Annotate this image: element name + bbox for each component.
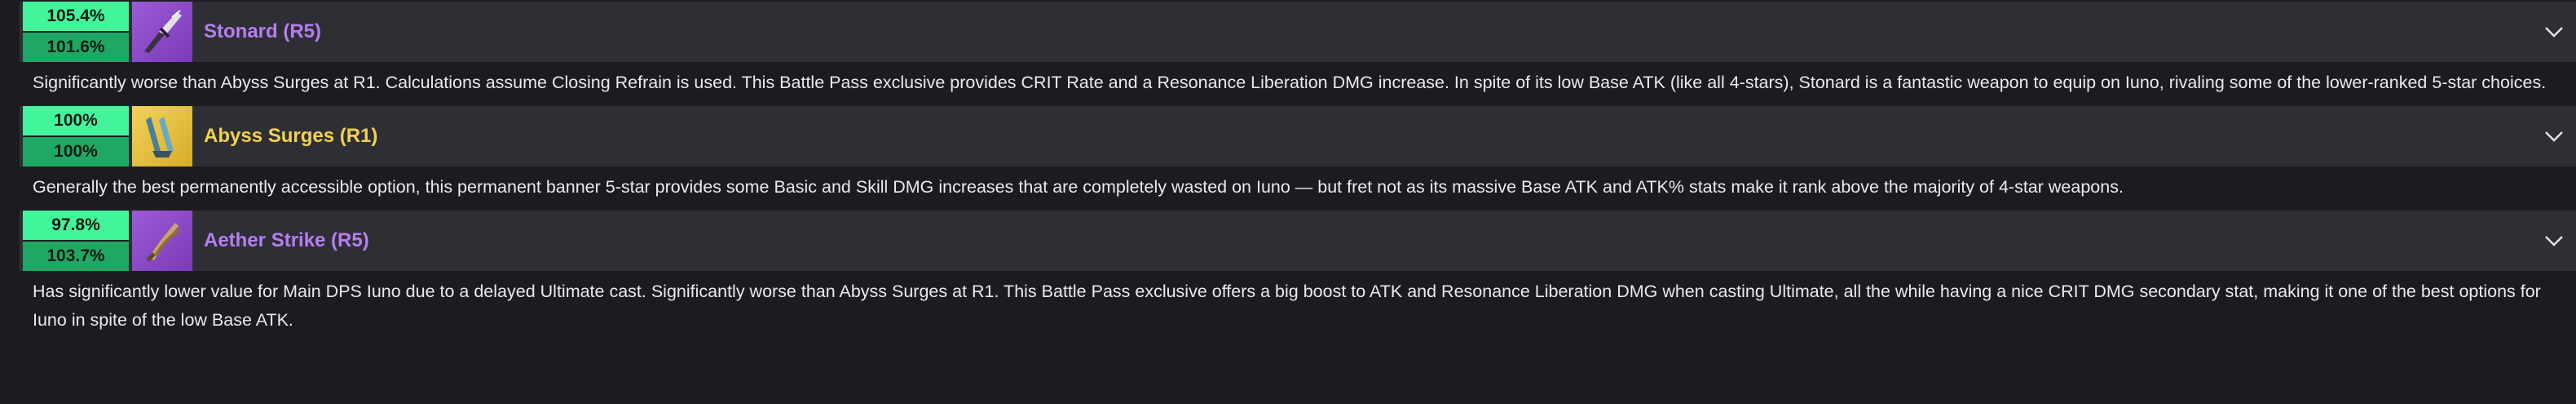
percentage-primary: 105.4% <box>23 2 129 33</box>
weapon-list: 105.4% 101.6% Stonard (R5) Significantly… <box>20 0 2576 342</box>
weapon-item-abyss-surges: 100% 100% Abyss Surges (R1) Generally th… <box>20 104 2576 209</box>
weapon-header[interactable]: 105.4% 101.6% Stonard (R5) <box>20 0 2576 62</box>
weapon-item-stonard: 105.4% 101.6% Stonard (R5) Significantly… <box>20 0 2576 104</box>
weapon-description: Significantly worse than Abyss Surges at… <box>20 62 2576 104</box>
stonard-weapon-icon <box>132 2 192 62</box>
percentage-block: 105.4% 101.6% <box>23 2 129 62</box>
chevron-down-icon[interactable] <box>2542 20 2566 44</box>
weapon-item-aether-strike: 97.8% 103.7% Aether Strike (R5) Has sign… <box>20 209 2576 342</box>
percentage-primary: 100% <box>23 106 129 137</box>
aether-strike-weapon-icon <box>132 211 192 271</box>
abyss-surges-weapon-icon <box>132 106 192 166</box>
percentage-secondary: 100% <box>23 137 129 166</box>
weapon-name: Abyss Surges (R1) <box>204 125 378 147</box>
percentage-secondary: 103.7% <box>23 242 129 271</box>
weapon-header[interactable]: 100% 100% Abyss Surges (R1) <box>20 104 2576 166</box>
weapon-header[interactable]: 97.8% 103.7% Aether Strike (R5) <box>20 209 2576 271</box>
chevron-down-icon[interactable] <box>2542 124 2566 149</box>
percentage-block: 100% 100% <box>23 106 129 166</box>
weapon-name: Stonard (R5) <box>204 20 321 42</box>
weapon-name: Aether Strike (R5) <box>204 229 369 251</box>
percentage-secondary: 101.6% <box>23 33 129 62</box>
weapon-description: Has significantly lower value for Main D… <box>20 271 2576 342</box>
weapon-description: Generally the best permanently accessibl… <box>20 166 2576 209</box>
percentage-primary: 97.8% <box>23 211 129 242</box>
percentage-block: 97.8% 103.7% <box>23 211 129 271</box>
chevron-down-icon[interactable] <box>2542 229 2566 253</box>
